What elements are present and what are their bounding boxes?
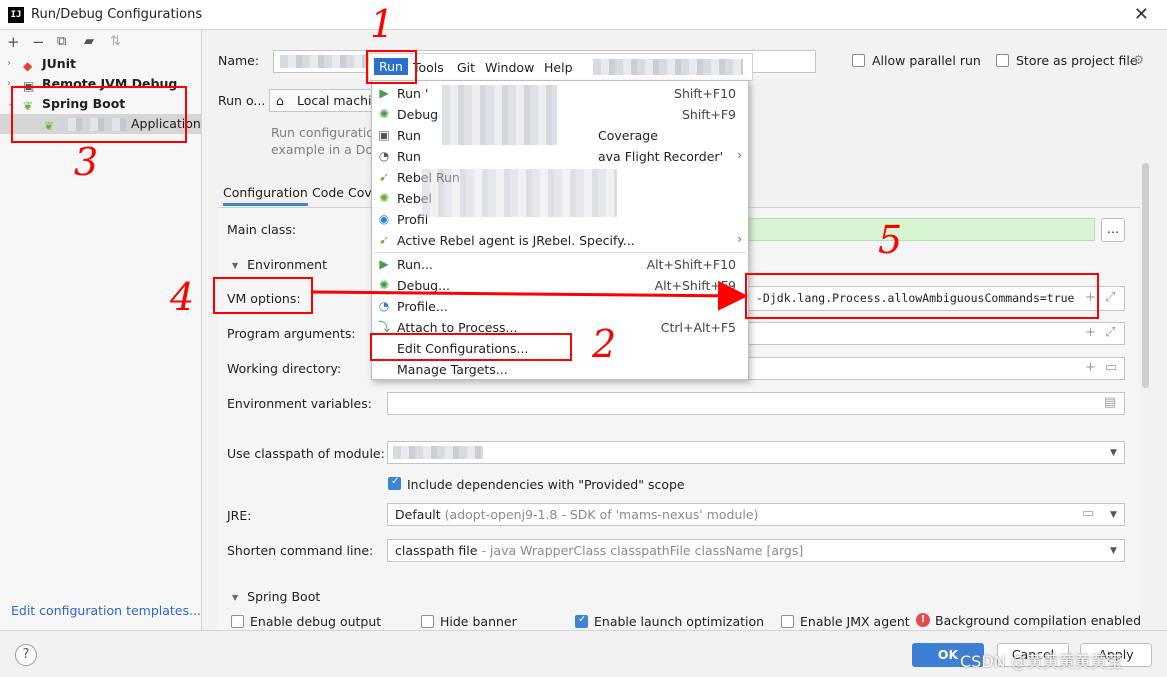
arrow-line <box>312 280 748 311</box>
annotation-arrow <box>312 280 748 311</box>
